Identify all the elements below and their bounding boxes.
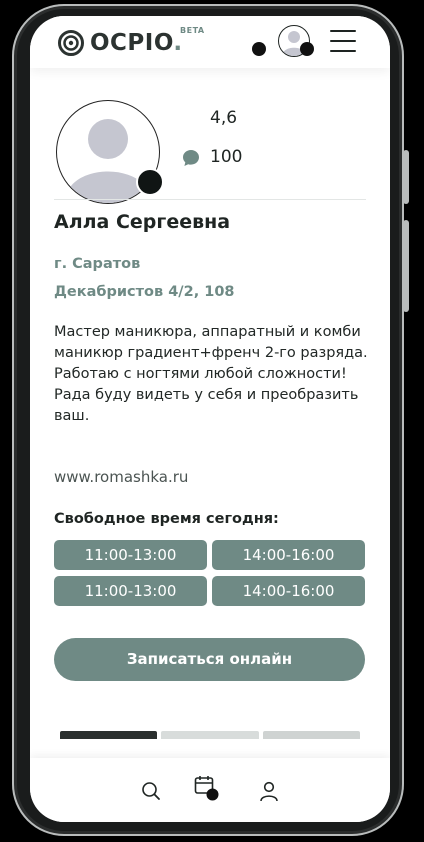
master-name: Алла Сергеевна bbox=[54, 211, 231, 233]
gallery-photo[interactable] bbox=[60, 731, 158, 739]
website-link[interactable]: www.romashka.ru bbox=[54, 468, 188, 486]
side-button bbox=[403, 220, 409, 312]
time-slot[interactable]: 14:00-16:00 bbox=[212, 576, 365, 606]
app-screen: OCPIO. BETA 4,6 100 Алла Сергеевна г. Са… bbox=[30, 16, 390, 822]
description: Мастер маникюра, аппаратный и комби мани… bbox=[54, 324, 368, 424]
divider bbox=[54, 199, 366, 200]
logo-text: OCPIO. bbox=[90, 30, 183, 56]
top-header: OCPIO. BETA bbox=[30, 16, 390, 68]
menu-line bbox=[330, 30, 356, 32]
gallery-photo[interactable] bbox=[262, 731, 360, 739]
status-dot bbox=[300, 42, 314, 56]
book-online-button[interactable]: Записаться онлайн bbox=[54, 638, 365, 681]
bottom-navigation bbox=[30, 758, 390, 822]
address: Декабристов 4/2, 108 bbox=[54, 284, 235, 300]
notification-dot bbox=[252, 42, 266, 56]
gallery-photo[interactable] bbox=[161, 731, 259, 739]
photo-gallery bbox=[60, 731, 360, 739]
profile-icon[interactable] bbox=[258, 780, 280, 802]
free-time-title: Свободное время сегодня: bbox=[54, 511, 279, 527]
city: г. Саратов bbox=[54, 256, 141, 272]
menu-button[interactable] bbox=[330, 30, 356, 52]
rating-value: 4,6 bbox=[210, 108, 238, 128]
time-slot[interactable]: 11:00-13:00 bbox=[54, 576, 207, 606]
time-slot[interactable]: 14:00-16:00 bbox=[212, 540, 365, 570]
avatar-badge bbox=[136, 168, 164, 196]
logo[interactable]: OCPIO. BETA bbox=[58, 26, 204, 58]
beta-label: BETA bbox=[180, 26, 205, 35]
side-button bbox=[403, 150, 409, 204]
menu-line bbox=[330, 40, 356, 42]
chat-icon bbox=[182, 149, 200, 167]
time-slot[interactable]: 11:00-13:00 bbox=[54, 540, 207, 570]
reviews-count: 100 bbox=[210, 147, 243, 167]
menu-line bbox=[330, 50, 356, 52]
logo-icon bbox=[58, 30, 84, 56]
calendar-icon[interactable] bbox=[194, 774, 219, 801]
search-icon[interactable] bbox=[140, 780, 162, 802]
